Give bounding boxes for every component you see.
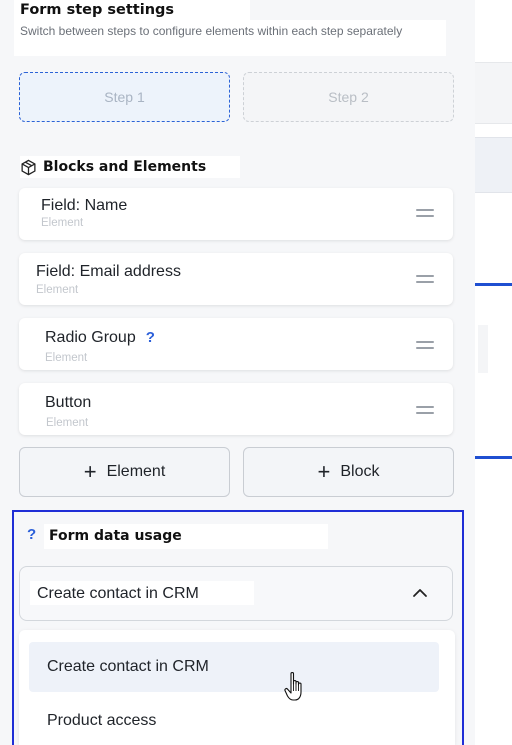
step-1-tab[interactable]: Step 1: [19, 72, 230, 122]
drag-handle-icon[interactable]: [416, 275, 434, 287]
canvas-selection-line: [475, 456, 512, 459]
element-type: Element: [45, 352, 88, 364]
dropdown-option[interactable]: Product access: [29, 696, 439, 745]
element-card-email[interactable]: Field: Email address Element: [19, 253, 453, 305]
step-2-tab[interactable]: Step 2: [243, 72, 454, 122]
drag-handle-icon[interactable]: [416, 209, 434, 221]
element-label-row: Radio Group?: [45, 329, 155, 347]
canvas-selection-line: [475, 283, 512, 286]
element-label: Radio Group: [45, 329, 136, 346]
usage-select[interactable]: Create contact in CRM: [19, 566, 453, 621]
element-card-radio-group[interactable]: Radio Group? Element: [19, 318, 453, 370]
element-type: Element: [41, 217, 84, 229]
hand-cursor-icon: [284, 671, 302, 701]
chevron-up-icon[interactable]: [412, 585, 428, 601]
page-title: Form step settings: [20, 2, 175, 18]
element-type: Element: [46, 417, 89, 429]
plus-icon: +: [83, 459, 97, 484]
blocks-section-title: Blocks and Elements: [43, 159, 207, 175]
element-card-button[interactable]: Button Element: [19, 383, 453, 435]
canvas-field-fragment: [475, 137, 512, 193]
plus-icon: +: [317, 459, 331, 484]
dropdown-option[interactable]: Create contact in CRM: [29, 642, 439, 692]
element-type: Element: [36, 284, 79, 296]
add-element-label: Element: [106, 463, 166, 480]
drag-handle-icon[interactable]: [416, 406, 434, 418]
add-block-label: Block: [340, 463, 380, 480]
canvas-field-fragment: [475, 62, 512, 124]
help-icon[interactable]: ?: [146, 329, 155, 346]
element-label: Field: Name: [41, 197, 128, 214]
add-block-button[interactable]: + Block: [243, 447, 454, 497]
canvas-field-fragment: [478, 325, 488, 373]
add-element-button[interactable]: + Element: [19, 447, 230, 497]
page-subtitle: Switch between steps to configure elemen…: [20, 24, 403, 38]
drag-handle-icon[interactable]: [416, 341, 434, 353]
usage-title: Form data usage: [49, 528, 182, 544]
cube-icon: [21, 159, 36, 175]
element-card-name[interactable]: Field: Name Element: [19, 188, 453, 240]
blocks-section-header: Blocks and Elements: [20, 156, 240, 178]
help-icon[interactable]: ?: [27, 526, 36, 543]
element-label: Button: [45, 394, 92, 411]
select-value: Create contact in CRM: [37, 585, 199, 602]
element-label: Field: Email address: [36, 263, 181, 280]
usage-dropdown-menu: Create contact in CRM Product access: [19, 630, 455, 745]
